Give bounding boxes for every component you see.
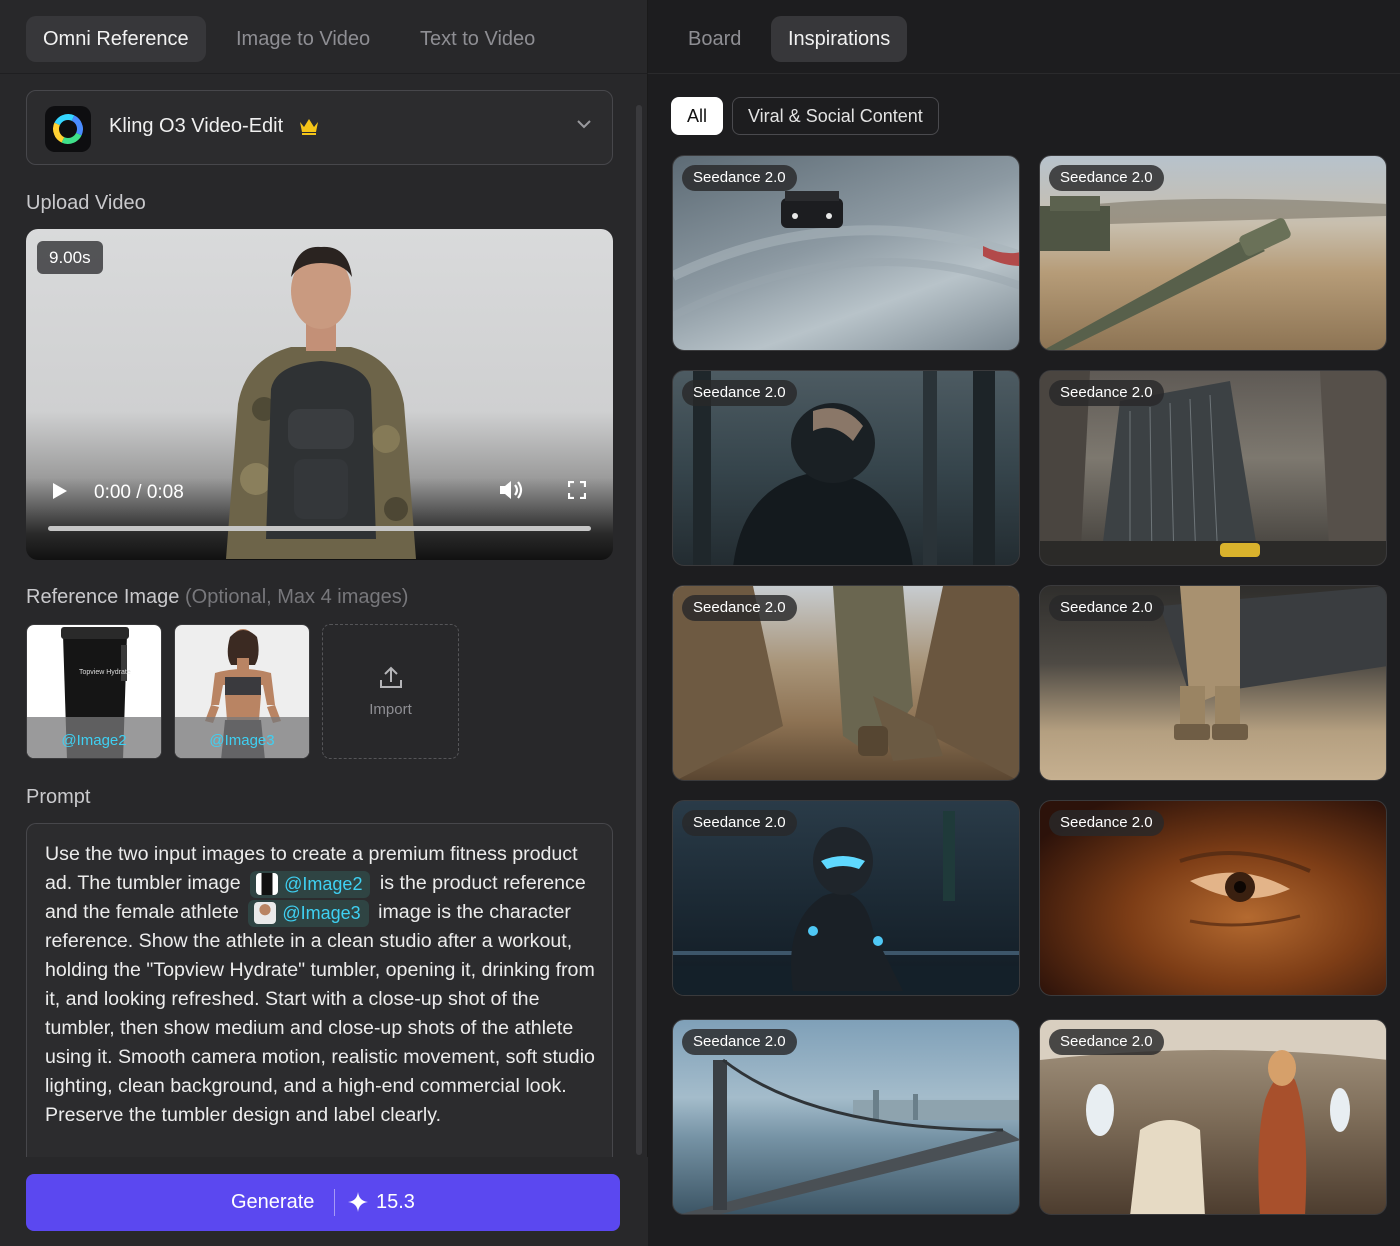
prompt-text-part3: image is the character reference. Show t…: [45, 901, 595, 1126]
filter-viral-social[interactable]: Viral & Social Content: [732, 97, 939, 135]
gallery-card-soldier-street[interactable]: Seedance 2.0: [672, 585, 1020, 781]
fullscreen-icon[interactable]: [568, 481, 586, 499]
tab-image-to-video[interactable]: Image to Video: [219, 16, 387, 62]
reference-label-text: Reference Image: [26, 586, 180, 608]
tab-inspirations[interactable]: Inspirations: [771, 16, 908, 62]
play-icon[interactable]: [52, 482, 68, 500]
kling-logo-icon: [45, 106, 91, 152]
gallery-tabs: Board Inspirations: [648, 0, 1400, 74]
filter-all[interactable]: All: [671, 97, 724, 135]
generate-footer: Generate 15.3: [0, 1157, 648, 1246]
chip-thumb-tumbler: [256, 873, 279, 895]
scrollbar-thumb[interactable]: [636, 105, 642, 1155]
model-name: Kling O3 Video-Edit: [109, 115, 284, 137]
gallery-panel: Board Inspirations All Viral & Social Co…: [648, 0, 1400, 1246]
left-panel-scrollbar[interactable]: [636, 105, 642, 1155]
chip-label-image2: @Image2: [284, 874, 363, 894]
chip-thumb-athlete: [254, 902, 277, 924]
gallery-card-eye-closeup[interactable]: Seedance 2.0: [1039, 800, 1387, 996]
model-badge: Seedance 2.0: [1049, 595, 1164, 621]
reference-hint: (Optional, Max 4 images): [184, 586, 409, 608]
generate-divider: [334, 1189, 335, 1216]
mention-chip-image2[interactable]: @Image2: [250, 871, 371, 898]
reference-image-athlete[interactable]: @Image3: [174, 624, 310, 759]
model-badge: Seedance 2.0: [1049, 810, 1164, 836]
gallery-card-forest[interactable]: Seedance 2.0: [672, 370, 1020, 566]
model-badge: Seedance 2.0: [682, 165, 797, 191]
model-badge: Seedance 2.0: [682, 1029, 797, 1055]
tab-omni-reference[interactable]: Omni Reference: [26, 16, 206, 62]
generate-label: Generate: [231, 1191, 315, 1213]
video-controls: 0:00 / 0:08: [26, 460, 613, 560]
gallery-card-soldier-aircraft[interactable]: Seedance 2.0: [1039, 585, 1387, 781]
gallery-card-bridge[interactable]: Seedance 2.0: [672, 1019, 1020, 1215]
model-badge: Seedance 2.0: [682, 810, 797, 836]
generate-credits: 15.3: [376, 1191, 415, 1213]
import-label: Import: [369, 701, 412, 718]
model-badge: Seedance 2.0: [682, 595, 797, 621]
reference-image-label: Reference Image (Optional, Max 4 images): [26, 586, 408, 609]
gallery-card-tank[interactable]: Seedance 2.0: [1039, 155, 1387, 351]
import-image-button[interactable]: Import: [322, 624, 459, 759]
volume-icon[interactable]: [498, 478, 524, 502]
model-selector[interactable]: Kling O3 Video-Edit: [26, 90, 613, 165]
svg-text:Topview Hydrate: Topview Hydrate: [79, 669, 131, 676]
model-badge: Seedance 2.0: [682, 380, 797, 406]
gallery-card-cyber-ninja[interactable]: Seedance 2.0: [672, 800, 1020, 996]
reference-image-tumbler[interactable]: Topview Hydrate @Image2: [26, 624, 162, 759]
upload-icon: [380, 666, 402, 688]
tab-board[interactable]: Board: [671, 16, 758, 62]
chip-label-image3: @Image3: [282, 903, 361, 923]
model-badge: Seedance 2.0: [1049, 165, 1164, 191]
tab-text-to-video[interactable]: Text to Video: [403, 16, 552, 62]
prompt-label: Prompt: [26, 786, 91, 808]
video-progress-bar[interactable]: [48, 526, 591, 531]
mode-tabs: Omni Reference Image to Video Text to Vi…: [0, 0, 648, 74]
duration-badge: 9.00s: [37, 241, 103, 274]
chevron-down-icon[interactable]: [576, 119, 592, 129]
gallery-card-jet-interior[interactable]: Seedance 2.0: [1039, 1019, 1387, 1215]
model-badge: Seedance 2.0: [1049, 380, 1164, 406]
create-panel: Omni Reference Image to Video Text to Vi…: [0, 0, 648, 1246]
sparkle-icon: [348, 1192, 368, 1212]
crown-icon: [300, 119, 318, 135]
prompt-text: Use the two input images to create a pre…: [45, 840, 601, 1130]
reference-tag-image3: @Image3: [175, 717, 309, 758]
mention-chip-image3[interactable]: @Image3: [248, 900, 369, 927]
prompt-textarea[interactable]: Use the two input images to create a pre…: [26, 823, 613, 1163]
gallery-card-city[interactable]: Seedance 2.0: [1039, 370, 1387, 566]
model-badge: Seedance 2.0: [1049, 1029, 1164, 1055]
generate-button[interactable]: Generate 15.3: [26, 1174, 620, 1231]
video-player[interactable]: 9.00s 0:00 / 0:08: [26, 229, 613, 560]
gallery-card-racecar[interactable]: Seedance 2.0: [672, 155, 1020, 351]
reference-tag-image2: @Image2: [27, 717, 161, 758]
upload-video-label: Upload Video: [26, 192, 146, 214]
video-time: 0:00 / 0:08: [94, 482, 184, 503]
